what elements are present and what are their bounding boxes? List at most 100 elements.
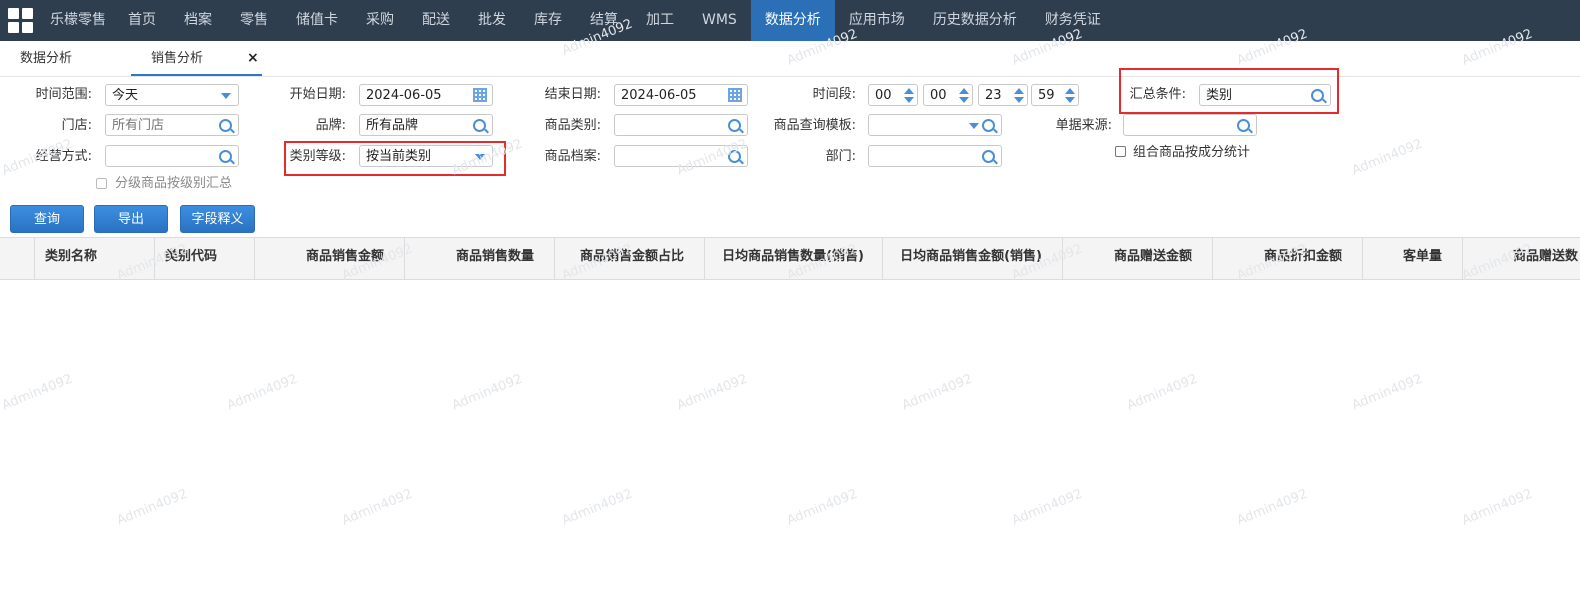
nav-item-settlement[interactable]: 结算: [576, 0, 632, 41]
column-header-category-name[interactable]: 类别名称: [35, 238, 155, 279]
time-end-minute-value: 59: [1038, 88, 1055, 103]
combo-by-component-checkbox[interactable]: [1115, 146, 1126, 157]
document-source-label: 单据来源:: [1055, 118, 1112, 133]
document-source-field[interactable]: [1123, 114, 1257, 136]
end-date-label: 结束日期:: [544, 87, 601, 102]
nav-item-inventory[interactable]: 库存: [520, 0, 576, 41]
watermark-text: Admin4092: [784, 486, 860, 529]
search-icon[interactable]: [728, 119, 741, 132]
time-start-minute-stepper[interactable]: 00: [923, 84, 973, 106]
watermark-text: Admin4092: [674, 371, 750, 414]
product-archive-field[interactable]: [614, 145, 748, 167]
search-icon[interactable]: [1237, 119, 1250, 132]
search-icon[interactable]: [219, 119, 232, 132]
brand-field[interactable]: 所有品牌: [359, 114, 493, 136]
query-button[interactable]: 查询: [10, 205, 84, 233]
spinner-icon[interactable]: [904, 87, 914, 103]
column-header-sales-amount-ratio[interactable]: 商品销售金额占比: [555, 238, 705, 279]
grade-summary-label: 分级商品按级别汇总: [115, 176, 233, 191]
watermark-text: Admin4092: [1234, 486, 1310, 529]
chevron-down-icon[interactable]: [969, 123, 979, 129]
export-button[interactable]: 导出: [94, 205, 168, 233]
nav-item-finance-voucher[interactable]: 财务凭证: [1031, 0, 1115, 41]
business-mode-field[interactable]: [105, 145, 239, 167]
column-header-label: 日均商品销售金额(销售): [900, 249, 1042, 264]
nav-item-retail[interactable]: 零售: [226, 0, 282, 41]
close-icon[interactable]: ×: [247, 41, 259, 76]
column-header-daily-avg-quantity[interactable]: 日均商品销售数量(销售): [705, 238, 883, 279]
spinner-icon[interactable]: [1014, 87, 1024, 103]
column-header-label: 商品销售金额: [305, 249, 384, 264]
time-end-minute-stepper[interactable]: 59: [1031, 84, 1079, 106]
time-end-hour-stepper[interactable]: 23: [978, 84, 1028, 106]
search-icon[interactable]: [473, 119, 486, 132]
nav-item-processing[interactable]: 加工: [632, 0, 688, 41]
end-date-field[interactable]: 2024-06-05: [614, 84, 748, 106]
start-date-field[interactable]: 2024-06-05: [359, 84, 493, 106]
column-header-label: 类别代码: [165, 249, 218, 264]
query-template-select[interactable]: [868, 114, 1002, 136]
store-value: 所有门店: [112, 118, 165, 133]
time-end-hour-value: 23: [985, 88, 1002, 103]
column-header-sales-quantity[interactable]: 商品销售数量: [405, 238, 555, 279]
field-definition-button[interactable]: 字段释义: [180, 205, 255, 233]
brand-label: 品牌:: [315, 118, 346, 133]
nav-item-app-market[interactable]: 应用市场: [835, 0, 919, 41]
column-header-sales-amount[interactable]: 商品销售金额: [255, 238, 405, 279]
product-archive-label: 商品档案:: [544, 149, 601, 164]
time-start-hour-stepper[interactable]: 00: [868, 84, 918, 106]
column-header-customer-count[interactable]: 客单量: [1363, 238, 1463, 279]
chevron-down-icon: [221, 93, 231, 99]
business-mode-label: 经营方式:: [35, 149, 92, 164]
column-header-category-code[interactable]: 类别代码: [155, 238, 255, 279]
spinner-icon[interactable]: [959, 87, 969, 103]
watermark-text: Admin4092: [339, 486, 415, 529]
department-label: 部门:: [825, 149, 856, 164]
column-header-label: 商品销售金额占比: [579, 249, 684, 264]
nav-item-history-analysis[interactable]: 历史数据分析: [919, 0, 1031, 41]
watermark-text: Admin4092: [114, 486, 190, 529]
calendar-icon[interactable]: [473, 88, 487, 102]
nav-item-wms[interactable]: WMS: [688, 0, 751, 41]
watermark-text: Admin4092: [1009, 486, 1085, 529]
time-start-hour-value: 00: [875, 88, 892, 103]
time-range-label: 时间范围:: [35, 87, 92, 102]
column-header-gift-quantity[interactable]: 商品赠送数: [1463, 238, 1580, 279]
end-date-value: 2024-06-05: [621, 88, 697, 103]
nav-item-data-analysis[interactable]: 数据分析: [750, 0, 835, 41]
grade-summary-checkbox[interactable]: [96, 178, 107, 189]
app-grid-icon[interactable]: [8, 8, 34, 34]
department-field[interactable]: [868, 145, 1002, 167]
tab-data-analysis[interactable]: 数据分析: [20, 41, 72, 76]
column-header-discount-amount[interactable]: 商品折扣金额: [1213, 238, 1363, 279]
watermark-text: Admin4092: [1349, 136, 1425, 179]
grid-row-number-header: [0, 238, 35, 279]
column-header-daily-avg-amount[interactable]: 日均商品销售金额(销售): [883, 238, 1063, 279]
column-header-label: 类别名称: [45, 249, 98, 264]
nav-item-purchase[interactable]: 采购: [352, 0, 408, 41]
watermark-text: Admin4092: [449, 371, 525, 414]
grid-header: 类别名称 类别代码 商品销售金额 商品销售数量 商品销售金额占比 日均商品销售数…: [0, 237, 1580, 280]
nav-item-stored-value-card[interactable]: 储值卡: [282, 0, 352, 41]
spinner-icon[interactable]: [1065, 87, 1075, 103]
nav-item-archive[interactable]: 档案: [170, 0, 226, 41]
column-header-label: 商品赠送数: [1513, 249, 1579, 264]
nav-item-home[interactable]: 首页: [114, 0, 170, 41]
search-icon[interactable]: [728, 150, 741, 163]
time-range-select[interactable]: 今天: [105, 84, 239, 106]
tab-sales-analysis[interactable]: 销售分析 ×: [131, 41, 262, 76]
brand-name: 乐檬零售: [50, 12, 106, 28]
calendar-icon[interactable]: [728, 88, 742, 102]
search-icon[interactable]: [982, 150, 995, 163]
start-date-label: 开始日期:: [289, 87, 346, 102]
column-header-gift-amount[interactable]: 商品赠送金额: [1063, 238, 1213, 279]
watermark-text: Admin4092: [1349, 371, 1425, 414]
watermark-text: Admin4092: [0, 371, 75, 414]
category-field[interactable]: [614, 114, 748, 136]
search-icon[interactable]: [982, 119, 995, 132]
nav-item-distribution[interactable]: 配送: [408, 0, 464, 41]
column-header-label: 日均商品销售数量(销售): [722, 249, 864, 264]
nav-item-wholesale[interactable]: 批发: [464, 0, 520, 41]
store-field[interactable]: 所有门店: [105, 114, 239, 136]
search-icon[interactable]: [219, 150, 232, 163]
